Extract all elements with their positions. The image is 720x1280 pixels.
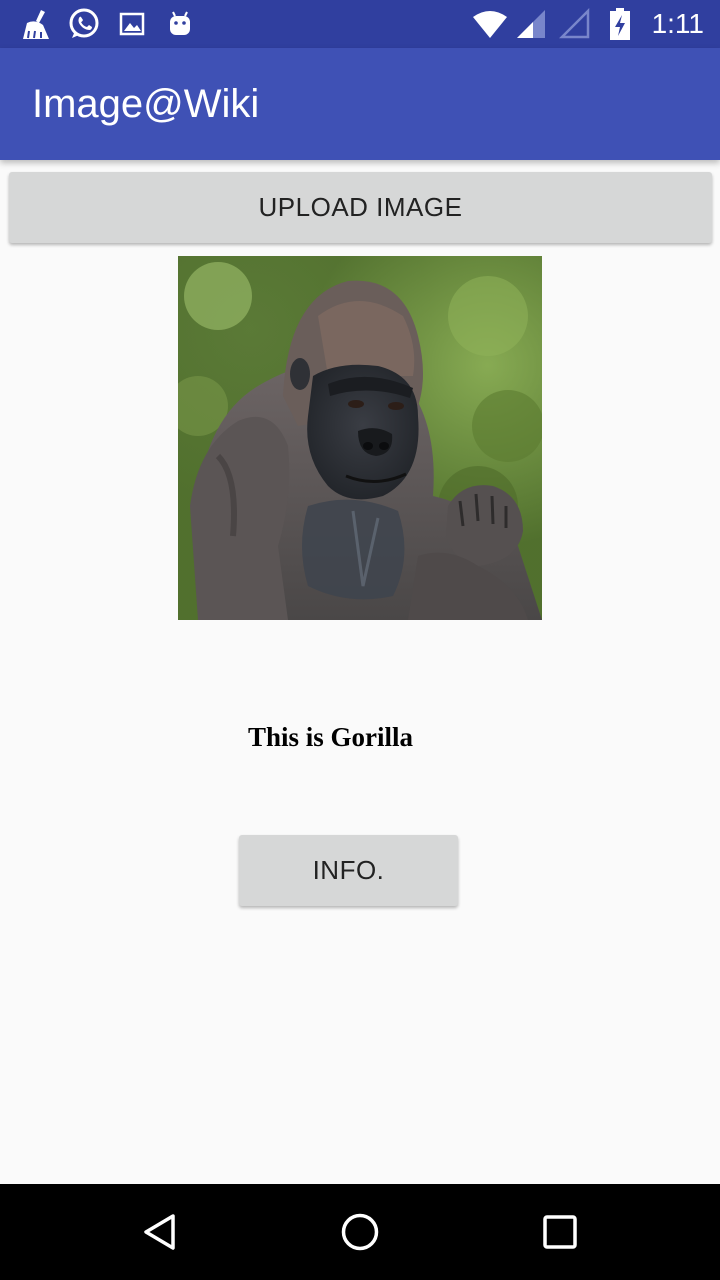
recents-icon (543, 1215, 577, 1249)
signal-empty-icon (558, 6, 592, 42)
back-button[interactable] (100, 1184, 220, 1280)
navigation-bar (0, 1184, 720, 1280)
cleaner-icon (18, 6, 54, 42)
signal-icon (514, 6, 548, 42)
battery-charging-icon (606, 6, 634, 42)
status-bar: 1:11 (0, 0, 720, 48)
home-icon (341, 1213, 379, 1251)
wifi-icon (470, 6, 510, 42)
back-icon (144, 1214, 175, 1250)
info-button[interactable]: INFO. (239, 835, 458, 906)
gorilla-image (178, 256, 542, 620)
status-time: 1:11 (651, 8, 704, 39)
result-label: This is Gorilla (248, 722, 414, 752)
app-title: Image@Wiki (32, 82, 260, 126)
gallery-icon (116, 6, 148, 42)
upload-image-button[interactable]: UPLOAD IMAGE (9, 172, 712, 243)
whatsapp-icon (66, 6, 102, 42)
recents-button[interactable] (500, 1184, 620, 1280)
app-bar: Image@Wiki (0, 48, 720, 160)
home-button[interactable] (300, 1184, 420, 1280)
android-icon (164, 6, 196, 42)
